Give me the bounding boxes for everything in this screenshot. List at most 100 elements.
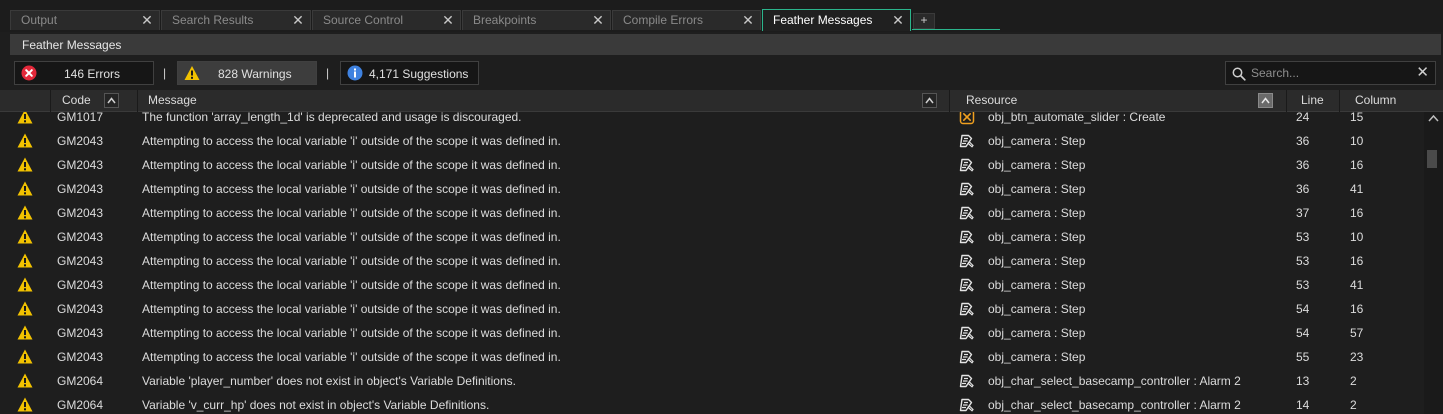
tab-breakpoints[interactable]: Breakpoints ✕	[462, 10, 611, 30]
message-column: 2	[1350, 374, 1357, 388]
message-column: 10	[1350, 134, 1364, 148]
message-line: 36	[1296, 158, 1310, 172]
column-divider[interactable]	[1339, 90, 1340, 112]
message-resource[interactable]: obj_camera : Step	[988, 230, 1085, 244]
warning-triangle-icon	[17, 157, 33, 172]
panel-title-bar: Feather Messages	[10, 34, 1441, 55]
message-row[interactable]: GM2043 Attempting to access the local va…	[0, 321, 1424, 345]
message-row[interactable]: GM2064 Variable 'player_number' does not…	[0, 369, 1424, 393]
message-row[interactable]: GM1017 The function 'array_length_1d' is…	[0, 112, 1424, 129]
message-line: 55	[1296, 350, 1310, 364]
message-code: GM2043	[57, 254, 104, 268]
search-icon	[1232, 67, 1246, 81]
close-icon[interactable]: ✕	[741, 12, 755, 28]
column-header-column[interactable]: Column	[1355, 93, 1396, 107]
tab-label: Output	[21, 13, 58, 27]
message-column: 16	[1350, 254, 1364, 268]
messages-list: GM1017 The function 'array_length_1d' is…	[0, 112, 1424, 414]
warning-triangle-icon	[17, 277, 33, 292]
message-text: Attempting to access the local variable …	[142, 158, 561, 172]
message-code: GM2043	[57, 350, 104, 364]
scrollbar-thumb[interactable]	[1427, 150, 1437, 168]
message-column: 41	[1350, 278, 1364, 292]
tab-output[interactable]: Output ✕	[10, 10, 160, 30]
script-icon	[959, 206, 974, 220]
errors-filter-button[interactable]: 146 Errors	[14, 61, 154, 85]
column-header-resource[interactable]: Resource	[966, 93, 1017, 107]
message-resource[interactable]: obj_camera : Step	[988, 134, 1085, 148]
message-resource[interactable]: obj_camera : Step	[988, 182, 1085, 196]
sort-code-button[interactable]	[104, 93, 119, 108]
close-icon[interactable]: ✕	[441, 12, 455, 28]
close-icon[interactable]: ✕	[291, 12, 305, 28]
message-resource[interactable]: obj_camera : Step	[988, 206, 1085, 220]
column-divider[interactable]	[50, 90, 51, 112]
scroll-up-icon[interactable]	[1428, 114, 1439, 122]
warnings-count: 828 Warnings	[218, 67, 292, 81]
message-row[interactable]: GM2043 Attempting to access the local va…	[0, 249, 1424, 273]
message-row[interactable]: GM2064 Variable 'v_curr_hp' does not exi…	[0, 393, 1424, 414]
column-divider[interactable]	[1286, 90, 1287, 112]
column-header-message[interactable]: Message	[148, 93, 197, 107]
separator: |	[163, 66, 167, 80]
column-header-code[interactable]: Code	[62, 93, 91, 107]
message-text: Attempting to access the local variable …	[142, 254, 561, 268]
close-icon[interactable]: ✕	[140, 12, 154, 28]
message-row[interactable]: GM2043 Attempting to access the local va…	[0, 153, 1424, 177]
message-row[interactable]: GM2043 Attempting to access the local va…	[0, 129, 1424, 153]
tab-feather-messages[interactable]: Feather Messages ✕	[762, 9, 911, 31]
warning-triangle-icon	[17, 397, 33, 412]
tab-label: Breakpoints	[473, 13, 537, 27]
message-line: 14	[1296, 398, 1310, 412]
script-icon	[959, 134, 974, 148]
message-resource[interactable]: obj_camera : Step	[988, 278, 1085, 292]
message-row[interactable]: GM2043 Attempting to access the local va…	[0, 297, 1424, 321]
close-icon[interactable]: ✕	[891, 12, 905, 28]
vertical-scrollbar[interactable]	[1424, 112, 1443, 414]
warning-triangle-icon	[17, 133, 33, 148]
warning-triangle-icon	[17, 112, 33, 124]
tab-compile-errors[interactable]: Compile Errors ✕	[612, 10, 761, 30]
warnings-filter-button[interactable]: 828 Warnings	[177, 61, 317, 85]
message-row[interactable]: GM2043 Attempting to access the local va…	[0, 273, 1424, 297]
message-resource[interactable]: obj_camera : Step	[988, 254, 1085, 268]
sort-message-button[interactable]	[922, 93, 937, 108]
close-icon[interactable]: ✕	[591, 12, 605, 28]
suggestions-filter-button[interactable]: 4,171 Suggestions	[340, 61, 479, 85]
message-resource[interactable]: obj_char_select_basecamp_controller : Al…	[988, 398, 1241, 412]
message-row[interactable]: GM2043 Attempting to access the local va…	[0, 345, 1424, 369]
tab-label: Source Control	[323, 13, 404, 27]
message-line: 24	[1296, 112, 1310, 124]
script-icon	[959, 230, 974, 244]
script-icon	[959, 302, 974, 316]
message-row[interactable]: GM2043 Attempting to access the local va…	[0, 225, 1424, 249]
message-column: 16	[1350, 158, 1364, 172]
add-tab-button[interactable]: +	[913, 13, 935, 29]
message-column: 41	[1350, 182, 1364, 196]
message-row[interactable]: GM2043 Attempting to access the local va…	[0, 201, 1424, 225]
message-resource[interactable]: obj_camera : Step	[988, 158, 1085, 172]
warning-triangle-icon	[17, 325, 33, 340]
message-line: 53	[1296, 278, 1310, 292]
message-column: 16	[1350, 302, 1364, 316]
message-resource[interactable]: obj_camera : Step	[988, 302, 1085, 316]
tab-underline	[912, 29, 1000, 30]
message-line: 54	[1296, 326, 1310, 340]
message-resource[interactable]: obj_char_select_basecamp_controller : Al…	[988, 374, 1241, 388]
column-divider[interactable]	[137, 90, 138, 112]
message-row[interactable]: GM2043 Attempting to access the local va…	[0, 177, 1424, 201]
warning-triangle-icon	[184, 66, 200, 80]
tab-label: Feather Messages	[773, 13, 873, 27]
suggestions-count: 4,171 Suggestions	[369, 67, 469, 81]
tab-search-results[interactable]: Search Results ✕	[161, 10, 311, 30]
message-resource[interactable]: obj_btn_automate_slider : Create	[988, 112, 1165, 124]
search-input[interactable]	[1251, 64, 1411, 82]
sort-resource-button[interactable]	[1258, 93, 1273, 108]
chevron-up-icon	[925, 97, 934, 104]
column-divider[interactable]	[949, 90, 950, 112]
tab-source-control[interactable]: Source Control ✕	[312, 10, 461, 30]
clear-search-icon[interactable]: ✕	[1416, 63, 1429, 81]
column-header-line[interactable]: Line	[1301, 93, 1324, 107]
message-resource[interactable]: obj_camera : Step	[988, 350, 1085, 364]
message-resource[interactable]: obj_camera : Step	[988, 326, 1085, 340]
